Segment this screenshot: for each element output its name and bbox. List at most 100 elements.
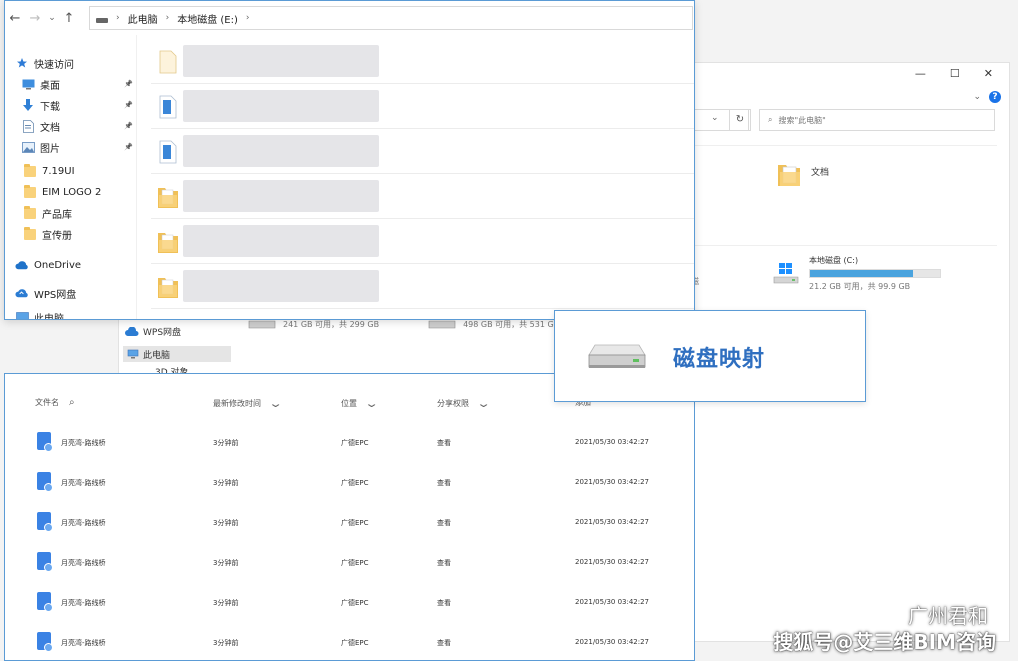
search-icon[interactable]: ⌕ — [69, 397, 75, 408]
header-permission[interactable]: 分享权限 ⌄ — [437, 397, 491, 410]
pin-icon[interactable]: 📌 — [124, 122, 133, 130]
pin-icon[interactable]: 📌 — [124, 80, 133, 88]
file-row[interactable] — [151, 174, 694, 219]
window-caption-buttons: — ☐ ✕ — [915, 67, 993, 80]
pin-icon[interactable]: 📌 — [124, 143, 133, 151]
cell-time: 2021/05/30 03:42:27 — [575, 478, 650, 486]
file-row[interactable] — [151, 84, 694, 129]
search-box[interactable]: ⌕ 搜索"此电脑" — [759, 109, 995, 131]
folder-file-icon — [157, 274, 179, 300]
help-icon[interactable]: ? — [989, 91, 1001, 103]
sidebar-item-label: 此电脑 — [34, 313, 64, 320]
list-item[interactable]: 月亮湾-路线桥 3分钟前 广德EPC 查看 2021/05/30 03:42:27 — [5, 422, 696, 462]
sidebar-item-this-pc[interactable]: 此电脑 — [123, 346, 231, 362]
file-row[interactable] — [151, 219, 694, 264]
folder-icon — [23, 205, 37, 220]
header-modified[interactable]: 最新修改时间 ⌄ — [213, 397, 283, 410]
header-name[interactable]: 文件名 ⌕ — [35, 397, 75, 408]
file-row[interactable] — [151, 39, 694, 84]
breadcrumb-separator-icon[interactable]: › — [246, 13, 250, 23]
list-item[interactable]: 月亮湾-路线桥 3分钟前 广德EPC 查看 2021/05/30 03:42:27 — [5, 542, 696, 582]
cloud-file-list-panel: 文件名 ⌕ 最新修改时间 ⌄ 位置 ⌄ 分享权限 ⌄ 添加 月亮湾-路线桥 3分钟… — [4, 373, 695, 661]
cell-modified: 3分钟前 — [213, 559, 239, 567]
folder-file-icon — [157, 229, 179, 255]
sidebar-item[interactable]: OneDrive — [5, 255, 137, 275]
cell-location: 广德EPC — [341, 479, 369, 487]
sidebar-item[interactable]: 图片 📌 — [5, 137, 137, 157]
sidebar-item[interactable]: 快速访问 — [5, 53, 137, 73]
cloud-file-icon — [37, 432, 53, 452]
up-arrow-icon[interactable]: ↑ — [59, 11, 79, 26]
sidebar-item[interactable]: 文档 📌 — [5, 116, 137, 136]
list-item[interactable]: 月亮湾-路线桥 3分钟前 广德EPC 查看 2021/05/30 03:42:27 — [5, 502, 696, 542]
minimize-button[interactable]: — — [915, 67, 926, 80]
redacted-file-name — [183, 135, 379, 167]
header-location[interactable]: 位置 ⌄ — [341, 397, 379, 410]
sidebar-item[interactable]: 7.19UI — [5, 161, 137, 181]
pin-icon[interactable]: 📌 — [124, 101, 133, 109]
documents-folder[interactable]: 文档 — [777, 161, 829, 187]
sidebar-item[interactable]: 桌面 📌 — [5, 74, 137, 94]
search-icon: ⌕ — [768, 115, 773, 124]
cell-time: 2021/05/30 03:42:27 — [575, 598, 650, 606]
back-arrow-icon[interactable]: ← — [5, 11, 25, 26]
list-item[interactable]: 月亮湾-路线桥 3分钟前 广德EPC 查看 2021/05/30 03:42:27 — [5, 462, 696, 502]
sidebar-item[interactable]: EIM LOGO 2 — [5, 182, 137, 202]
navigation-bar: ← → ⌄ ↑ › 此电脑 › 本地磁盘 (E:) › — [5, 1, 694, 35]
sidebar-item[interactable]: 下载 📌 — [5, 95, 137, 115]
wps-cloud-icon — [125, 326, 139, 336]
computer-icon — [127, 349, 139, 359]
file-row[interactable] — [151, 264, 694, 309]
breadcrumb-this-pc[interactable]: 此电脑 — [128, 11, 158, 26]
cell-location: 广德EPC — [341, 519, 369, 527]
forward-arrow-icon[interactable]: → — [25, 11, 45, 26]
cell-name: 月亮湾-路线桥 — [61, 479, 106, 487]
drive-c-tile[interactable]: 本地磁盘 (C:) 21.2 GB 可用，共 99.9 GB — [771, 255, 941, 292]
drive-c-usage-bar — [809, 269, 941, 278]
redacted-file-name — [183, 180, 379, 212]
disk-mapping-callout: 磁盘映射 — [554, 310, 866, 402]
address-bar[interactable]: › 此电脑 › 本地磁盘 (E:) › — [89, 6, 693, 30]
list-item[interactable]: 月亮湾-路线桥 3分钟前 广德EPC 查看 2021/05/30 03:42:27 — [5, 582, 696, 622]
front-explorer-window: ← → ⌄ ↑ › 此电脑 › 本地磁盘 (E:) › 快速访问 桌面 📌 下载 📌 文档… — [4, 0, 695, 320]
sidebar-item-label: 此电脑 — [143, 350, 171, 361]
sidebar-item[interactable]: 宣传册 — [5, 224, 137, 244]
cell-modified: 3分钟前 — [213, 519, 239, 527]
list-item[interactable]: 月亮湾-路线桥 3分钟前 广德EPC 查看 2021/05/30 03:42:27 — [5, 622, 696, 661]
cell-location: 广德EPC — [341, 559, 369, 567]
breadcrumb-separator-icon[interactable]: › — [116, 13, 120, 23]
recent-locations-icon[interactable]: ⌄ — [45, 13, 59, 23]
cell-location: 广德EPC — [341, 599, 369, 607]
documents-label: 文档 — [811, 168, 830, 178]
expand-ribbon-icon[interactable]: ⌄ — [973, 92, 981, 102]
sidebar-item[interactable]: WPS网盘 — [5, 283, 137, 303]
sidebar-item-label: WPS网盘 — [34, 289, 77, 301]
refresh-button[interactable]: ↻ — [729, 109, 751, 131]
cell-name: 月亮湾-路线桥 — [61, 639, 106, 647]
desktop-icon — [21, 77, 35, 91]
folder-icon — [23, 163, 37, 178]
blue-file-icon — [157, 94, 179, 120]
breadcrumb-drive-e[interactable]: 本地磁盘 (E:) — [177, 11, 238, 26]
sidebar-item-label: EIM LOGO 2 — [42, 186, 102, 198]
star-icon — [15, 56, 29, 70]
chevron-down-icon[interactable]: ⌄ — [476, 397, 491, 410]
sidebar-item[interactable]: 产品库 — [5, 203, 137, 223]
file-row[interactable] — [151, 129, 694, 174]
cell-time: 2021/05/30 03:42:27 — [575, 558, 650, 566]
sidebar-item-label: 宣传册 — [42, 230, 72, 242]
address-dropdown-icon[interactable]: ⌄ — [711, 113, 719, 123]
sidebar-item-wps[interactable]: WPS网盘 — [125, 325, 181, 338]
chevron-down-icon[interactable]: ⌄ — [364, 397, 379, 410]
redacted-file-name — [183, 270, 379, 302]
cell-permission: 查看 — [437, 519, 451, 527]
close-button[interactable]: ✕ — [984, 67, 993, 80]
sidebar-item[interactable]: 此电脑 — [5, 307, 137, 320]
maximize-button[interactable]: ☐ — [950, 67, 960, 80]
drive-c-free: 21.2 GB 可用，共 99.9 GB — [809, 282, 911, 291]
cell-location: 广德EPC — [341, 639, 369, 647]
chevron-down-icon[interactable]: ⌄ — [268, 397, 283, 410]
breadcrumb-separator-icon[interactable]: › — [166, 13, 170, 23]
blank-file-icon — [157, 49, 179, 75]
cloud-icon — [15, 258, 29, 272]
